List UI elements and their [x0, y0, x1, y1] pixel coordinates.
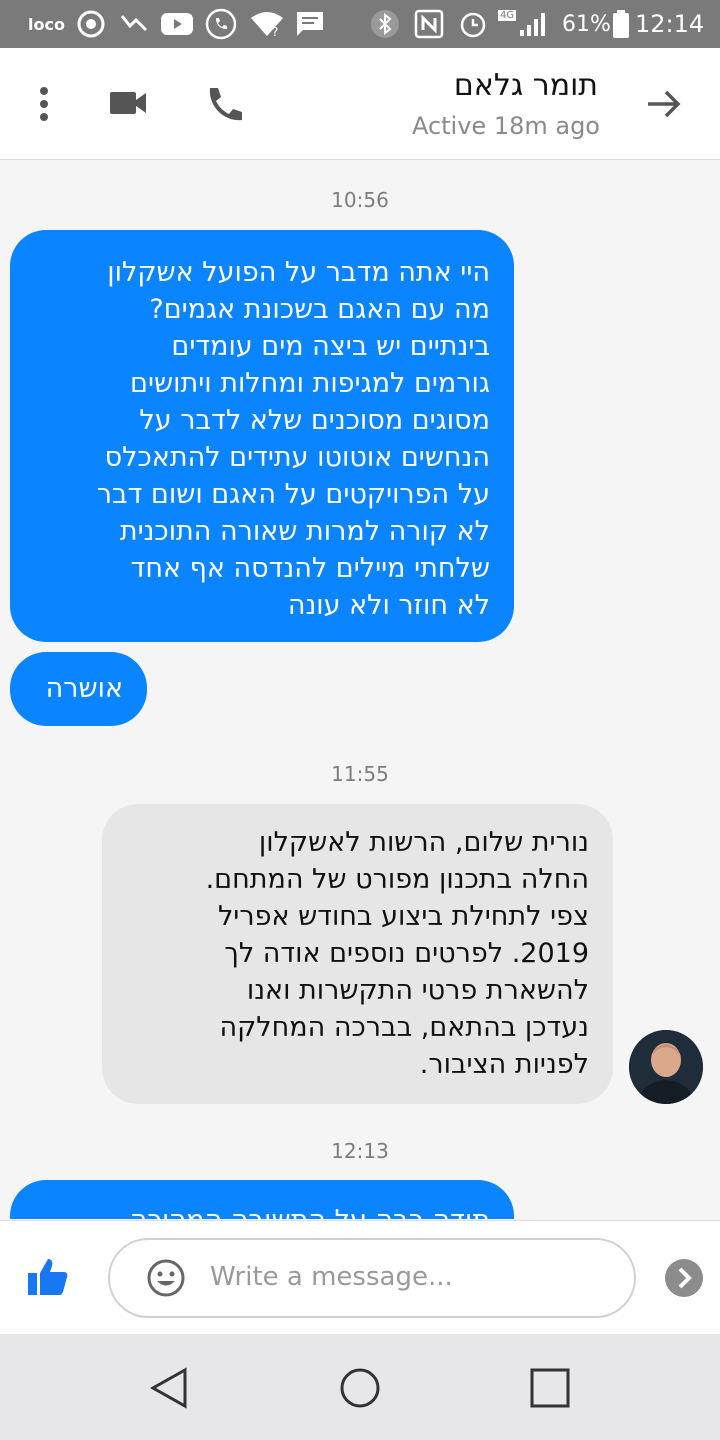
- network-label: 4G: [498, 10, 517, 21]
- outgoing-message[interactable]: אושרה: [10, 652, 147, 726]
- incoming-message[interactable]: נורית שלום, הרשות לאשקלון החלה בתכנון מפ…: [102, 804, 613, 1104]
- message-line: מסוגים מסוכנים שלא לדבר על: [139, 405, 490, 436]
- phone-icon[interactable]: [202, 82, 246, 126]
- message-list[interactable]: 10:56 היי אתה מדבר על הפועל אשקלון מה עם…: [0, 161, 720, 1219]
- svg-text:?: ?: [272, 25, 278, 38]
- home-icon[interactable]: [336, 1364, 384, 1412]
- message-line: לפניות הציבור.: [419, 1049, 589, 1080]
- send-icon[interactable]: [664, 1258, 704, 1298]
- navigation-bar: [0, 1334, 720, 1440]
- timestamp: 10:56: [331, 188, 389, 212]
- message-line: צפי לתחילת ביצוע בחודש אפריל: [217, 901, 589, 932]
- signal-icon: 4G: [498, 0, 548, 48]
- message-line: החלה בתכנון מפורט של המתחם.: [205, 864, 589, 895]
- clock: 12:14: [635, 10, 705, 38]
- video-call-icon[interactable]: [106, 86, 150, 120]
- emoji-icon[interactable]: [146, 1258, 186, 1298]
- battery-percent: 61%: [562, 11, 611, 37]
- battery-icon: [612, 0, 630, 48]
- message-line: על הפרויקטים על האגם ושום דבר: [96, 479, 490, 510]
- timestamp: 11:55: [331, 762, 389, 786]
- message-text: תודה רבה על התשובה המהירה: [10, 1202, 490, 1219]
- back-icon[interactable]: [145, 1364, 193, 1412]
- message-text: אושרה: [45, 673, 123, 704]
- recent-apps-icon[interactable]: [526, 1364, 574, 1412]
- contact-name[interactable]: תומר גלאם: [454, 68, 598, 103]
- youtube-icon: [160, 0, 194, 48]
- timestamp: 12:13: [331, 1139, 389, 1163]
- conversation-header: תומר גלאם Active 18m ago: [0, 48, 720, 160]
- avatar[interactable]: [629, 1030, 703, 1104]
- more-vert-icon[interactable]: [28, 84, 60, 124]
- message-composer: Write a message...: [0, 1220, 720, 1334]
- outgoing-message[interactable]: היי אתה מדבר על הפועל אשקלון מה עם האגם …: [10, 230, 514, 642]
- phone-call-icon: [205, 0, 237, 48]
- nfc-icon: [414, 0, 444, 48]
- bluetooth-icon: [370, 0, 400, 48]
- message-line: 2019. לפרטים נוספים אודה לך: [224, 938, 589, 969]
- message-line: היי אתה מדבר על הפועל אשקלון: [107, 257, 490, 288]
- message-line: לא חוזר ולא עונה: [287, 590, 490, 621]
- alarm-icon: [458, 0, 488, 48]
- contact-status: Active 18m ago: [411, 112, 600, 140]
- message-line: גורמים למגיפות ומחלות ויתושים: [130, 368, 490, 399]
- message-icon: [295, 0, 325, 48]
- status-bar: loco ? 4G 61% 12:14: [0, 0, 720, 48]
- chrome-icon: [76, 0, 106, 48]
- message-line: נעדכן בהתאם, בברכה המחלקה: [219, 1012, 589, 1043]
- message-line: מה עם האגם בשכונת אגמים?: [149, 294, 490, 325]
- message-line: הנחשים אוטוטו עתידים להתאכלס: [104, 442, 490, 473]
- carrier-label: loco: [28, 14, 65, 34]
- message-line: בינתיים יש ביצה מים עומדים: [171, 331, 490, 362]
- message-line: לא קורה למרות שאורה התוכנית: [119, 516, 490, 547]
- message-line: שלחתי מיילים להנדסה אף אחד: [130, 553, 490, 584]
- message-placeholder: Write a message...: [210, 1262, 453, 1292]
- like-icon[interactable]: [26, 1255, 70, 1299]
- message-input[interactable]: Write a message...: [108, 1238, 636, 1318]
- message-line: להשארת פרטי התקשרות ואנו: [246, 975, 589, 1006]
- forward-arrow-icon[interactable]: [644, 86, 684, 122]
- message-line: נורית שלום, הרשות לאשקלון: [258, 827, 589, 858]
- wifi-icon: ?: [250, 0, 284, 48]
- check-icon: [120, 0, 148, 48]
- outgoing-message[interactable]: תודה רבה על התשובה המהירה: [10, 1180, 514, 1219]
